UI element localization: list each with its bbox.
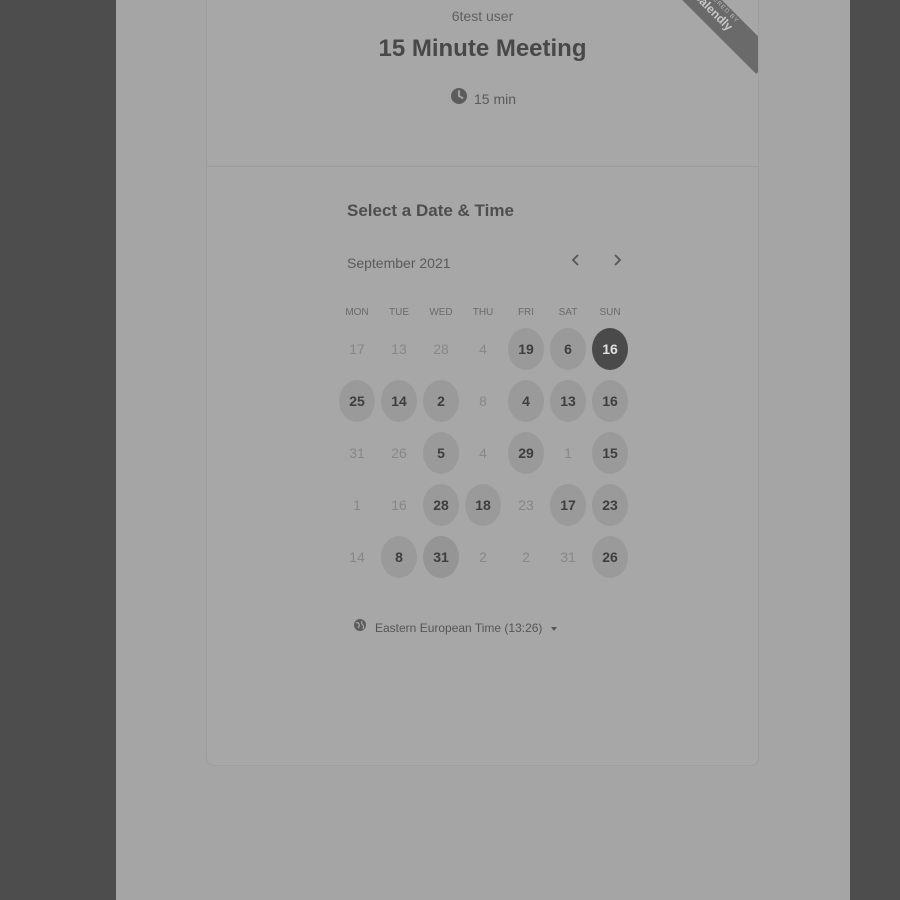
- calendar-day-unavailable: 23: [518, 497, 534, 513]
- calendar-day-button[interactable]: 6: [550, 328, 586, 370]
- calendar-day-unavailable: 2: [522, 549, 530, 565]
- calendar-day-unavailable: 28: [433, 341, 449, 357]
- calendar-day-unavailable: 26: [391, 445, 407, 461]
- calendar-day-unavailable: 8: [479, 393, 487, 409]
- calendar-day-unavailable: 1: [353, 497, 361, 513]
- calendar-day-unavailable: 4: [479, 341, 487, 357]
- calendar-day-unavailable: 1: [564, 445, 572, 461]
- duration-label: 15 min: [474, 90, 517, 107]
- calendar-day-button[interactable]: 15: [592, 432, 628, 474]
- calendar-day-button[interactable]: 31: [423, 536, 459, 578]
- timezone-selector[interactable]: Eastern European Time (13:26): [353, 618, 558, 637]
- calendar-day-button[interactable]: 2: [423, 380, 459, 422]
- weekday-label: WED: [429, 307, 453, 318]
- host-name: 6test user: [451, 8, 514, 24]
- calendar-day-button[interactable]: 5: [423, 432, 459, 474]
- event-title: 15 Minute Meeting: [378, 35, 587, 62]
- calendar-day-button[interactable]: 29: [508, 432, 544, 474]
- calendar-day-button[interactable]: 18: [465, 484, 501, 526]
- calendar-day-unavailable: 2: [479, 549, 487, 565]
- weekday-label: THU: [472, 307, 494, 318]
- next-month-button[interactable]: [604, 249, 630, 275]
- calendar-day-unavailable: 14: [349, 549, 365, 565]
- calendar-day-button[interactable]: 25: [339, 380, 375, 422]
- clock-icon: [450, 87, 468, 110]
- calendar-day-unavailable: 16: [391, 497, 407, 513]
- calendar-day-button[interactable]: 8: [381, 536, 417, 578]
- calendar-day-button[interactable]: 4: [508, 380, 544, 422]
- chevron-left-icon: [570, 253, 582, 272]
- weekday-label: SUN: [599, 307, 621, 318]
- caret-down-icon: [550, 619, 558, 637]
- timezone-label: Eastern European Time (13:26): [375, 620, 543, 635]
- calendar-day-button[interactable]: 17: [550, 484, 586, 526]
- calendar-day-unavailable: 31: [560, 549, 576, 565]
- weekday-label: MON: [345, 307, 369, 318]
- month-label: September 2021: [347, 255, 451, 271]
- calendar-day-unavailable: 4: [479, 445, 487, 461]
- calendar-day-button[interactable]: 19: [508, 328, 544, 370]
- event-header: 6test user 15 Minute Meeting 15 min: [207, 0, 758, 167]
- weekday-label: SAT: [558, 307, 578, 318]
- weekday-label: TUE: [389, 307, 409, 318]
- event-duration: 15 min: [450, 87, 516, 110]
- calendar-day-button[interactable]: 13: [550, 380, 586, 422]
- calendar-day-button[interactable]: 16: [592, 328, 628, 370]
- calendar-day-unavailable: 17: [349, 341, 365, 357]
- weekday-label: FRI: [517, 307, 535, 318]
- calendar-day-button[interactable]: 26: [592, 536, 628, 578]
- booking-card: 6test user 15 Minute Meeting 15 min POWE…: [206, 0, 759, 766]
- calendar-day-unavailable: 31: [349, 445, 365, 461]
- calendar-day-button[interactable]: 16: [592, 380, 628, 422]
- prev-month-button[interactable]: [563, 249, 589, 275]
- calendar-day-unavailable: 13: [391, 341, 407, 357]
- calendar-day-button[interactable]: 28: [423, 484, 459, 526]
- calendar-day-button[interactable]: 23: [592, 484, 628, 526]
- globe-icon: [353, 618, 367, 637]
- calendar-day-button[interactable]: 14: [381, 380, 417, 422]
- chevron-right-icon: [611, 253, 623, 272]
- section-title: Select a Date & Time: [347, 201, 514, 220]
